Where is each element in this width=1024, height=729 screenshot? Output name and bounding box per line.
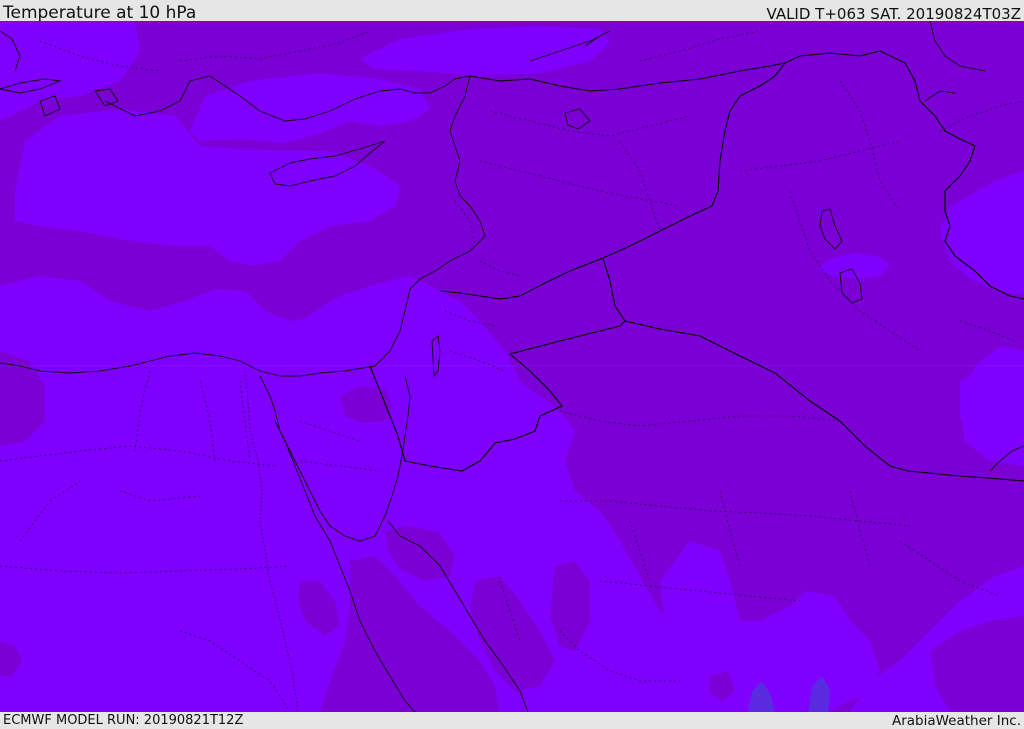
map-frame: Temperature at 10 hPa VALID T+063 SAT. 2…	[0, 0, 1024, 729]
temperature-map[interactable]	[0, 21, 1024, 712]
model-run-label: ECMWF MODEL RUN: 20190821T12Z	[3, 713, 244, 728]
map-area[interactable]	[0, 21, 1024, 712]
credit-label: ArabiaWeather Inc.	[891, 713, 1021, 729]
header-bar: Temperature at 10 hPa VALID T+063 SAT. 2…	[0, 0, 1024, 23]
footer-bar: ECMWF MODEL RUN: 20190821T12Z ArabiaWeat…	[0, 712, 1024, 729]
